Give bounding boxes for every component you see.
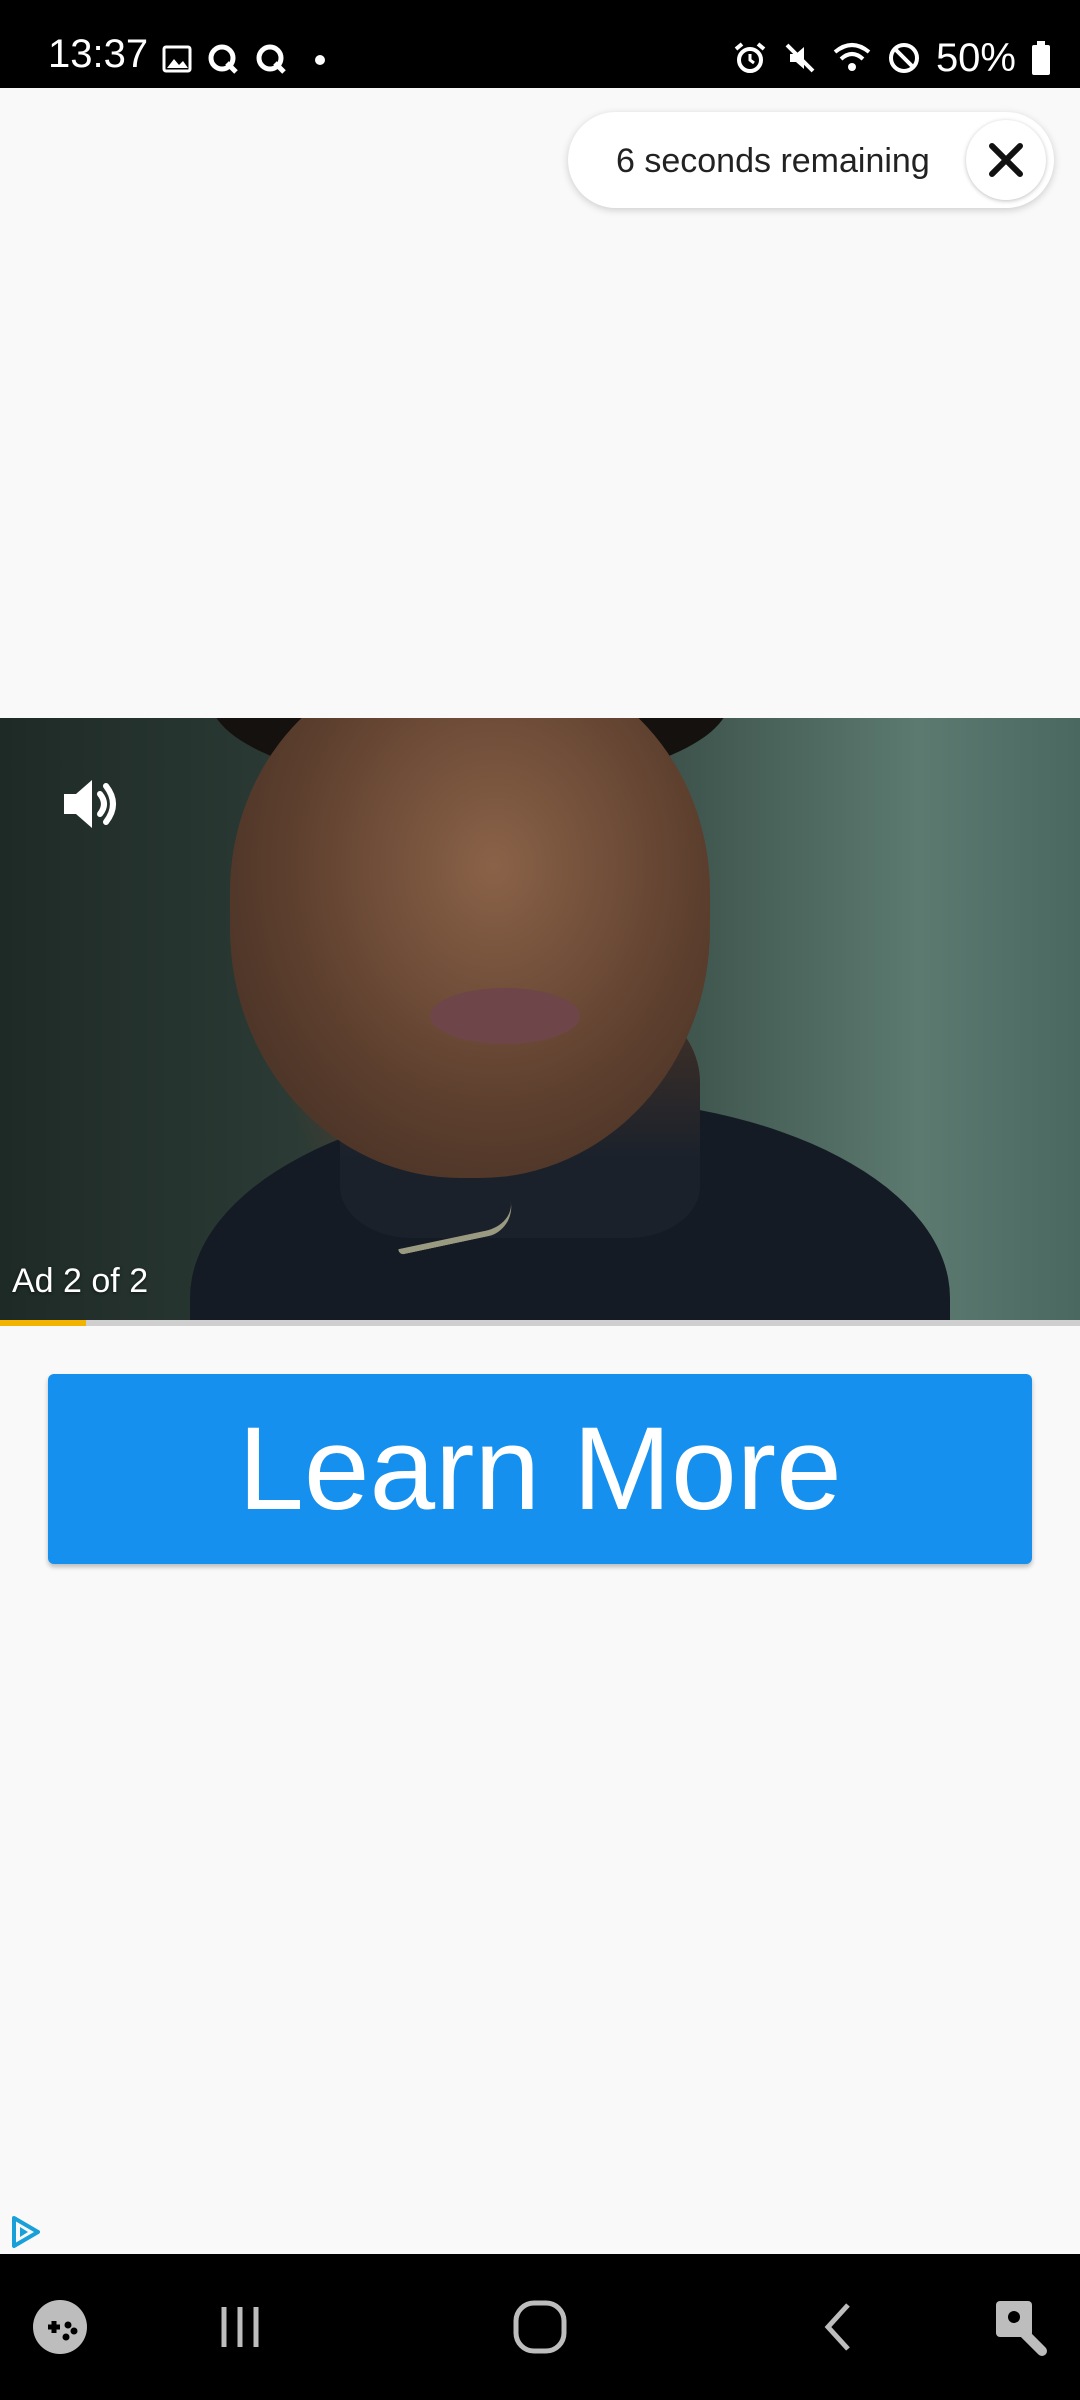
countdown-text: 6 seconds remaining [616,142,930,180]
alarm-icon [734,42,766,73]
q-app-icon [256,44,286,74]
notification-dot-icon [315,55,325,65]
back-icon [824,2303,850,2351]
home-button[interactable] [490,2254,590,2400]
close-icon [989,143,1023,177]
status-bar: 13:37 50% [0,0,1080,88]
learn-more-button[interactable]: Learn More [48,1374,1032,1564]
game-launcher-button[interactable] [20,2254,100,2400]
sound-icon[interactable] [58,772,122,836]
home-icon [513,2300,567,2354]
status-time: 13:37 [48,32,149,76]
video-figure-lips [430,988,580,1044]
close-ad-button[interactable] [966,120,1046,200]
video-figure-face [230,718,710,1178]
q-app-icon [208,44,238,74]
recent-apps-button[interactable] [190,2254,290,2400]
countdown-pill: 6 seconds remaining [568,112,1054,208]
adchoices-icon[interactable] [8,2214,44,2250]
status-left-icons [162,42,332,76]
status-right-icons: 50% [732,38,1052,78]
assistant-button[interactable] [980,2254,1060,2400]
image-icon [162,45,192,73]
ad-screen: 13:37 50% 6 seconds remaining Ad 2 of 2 … [0,0,1080,2400]
back-button[interactable] [790,2254,890,2400]
mute-icon [785,43,815,73]
recent-apps-icon [221,2307,259,2347]
do-not-disturb-icon [888,43,919,73]
ad-video[interactable]: Ad 2 of 2 [0,718,1080,1322]
navigation-bar [0,2254,1080,2400]
ad-counter: Ad 2 of 2 [12,1262,149,1300]
game-launcher-icon [33,2300,87,2354]
battery-percent: 50% [935,36,1016,80]
assistant-icon [996,2301,1047,2356]
wifi-icon [833,43,871,71]
ad-progress-bar [0,1320,1080,1326]
battery-icon [1032,41,1050,75]
ad-progress-fill [0,1320,87,1326]
